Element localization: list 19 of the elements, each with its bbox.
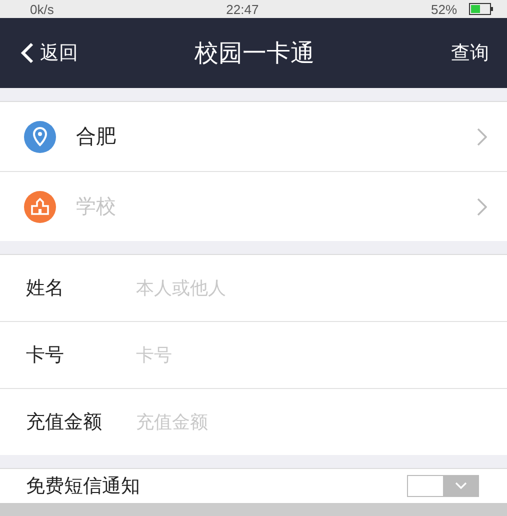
network-speed: 0k/s (30, 2, 54, 16)
location-pin-icon (24, 120, 56, 152)
field-label: 充值金额 (26, 410, 103, 435)
field-label: 卡号 (26, 343, 65, 368)
toggle-switch[interactable] (407, 475, 479, 497)
chevron-right-icon (477, 198, 487, 216)
chevron-left-icon (20, 42, 34, 64)
clock: 22:47 (226, 2, 259, 16)
field-label: 姓名 (26, 276, 65, 301)
building-icon (24, 190, 56, 222)
back-button[interactable]: 返回 (20, 40, 78, 66)
query-button[interactable]: 查询 (451, 40, 489, 66)
battery-percent: 52% (430, 2, 458, 16)
chevron-right-icon (477, 128, 487, 146)
city-selector[interactable]: 合肥 (76, 123, 477, 150)
page-title: 校园一卡通 (194, 38, 316, 69)
chevron-down-icon (454, 482, 466, 490)
battery-icon (469, 3, 494, 15)
sms-notice-label: 免费短信通知 (26, 474, 141, 499)
